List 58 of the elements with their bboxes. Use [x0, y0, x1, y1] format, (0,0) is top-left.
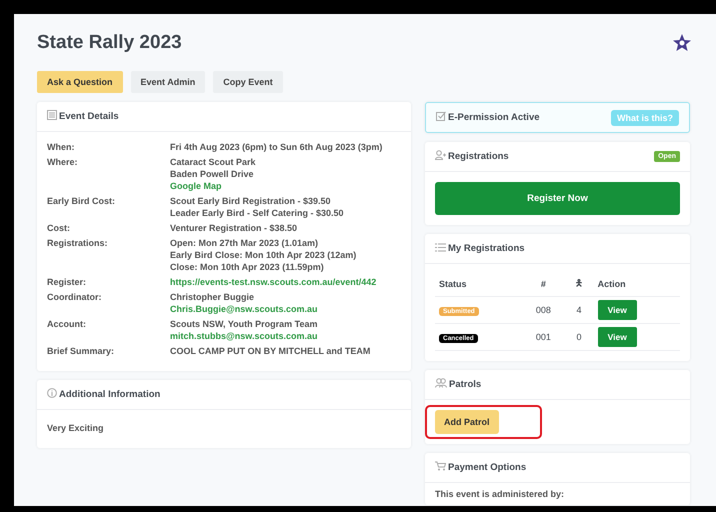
list-icon — [47, 110, 57, 120]
detail-link[interactable]: mitch.stubbs@nsw.scouts.com.au — [170, 331, 318, 342]
view-button[interactable]: View — [598, 300, 637, 320]
page-title: State Rally 2023 — [37, 32, 182, 54]
register-button[interactable]: Register Now — [435, 182, 680, 215]
column-header: # — [522, 274, 564, 296]
action-button[interactable]: Copy Event — [213, 71, 283, 93]
checkbox-icon — [436, 111, 446, 121]
detail-label: When: — [47, 142, 76, 153]
action-button[interactable]: Ask a Question — [37, 71, 123, 93]
column-header: 🯅 — [564, 274, 594, 296]
detail-value: Scouts NSW, Youth Program Team — [170, 319, 318, 330]
card-title: Additional Information — [59, 389, 160, 400]
users-icon — [435, 378, 447, 388]
info-text: Very Exciting — [47, 422, 105, 435]
detail-value: Leader Early Bird - Self Catering - $30.50 — [170, 208, 344, 219]
card-title: E-Permission Active — [448, 112, 540, 123]
info-icon — [47, 388, 57, 398]
detail-label: Coordinator: — [47, 292, 102, 304]
column-header: Action — [594, 274, 680, 296]
action-button[interactable]: Event Admin — [130, 71, 206, 93]
card-title: Patrols — [449, 379, 482, 390]
card-title: Payment Options — [448, 462, 526, 473]
table-cell: 008 — [522, 296, 564, 324]
table-cell: 4 — [564, 296, 594, 324]
detail-value: Open: Mon 27th Mar 2023 (1.01am) — [170, 238, 320, 249]
card-title: Registrations — [448, 151, 509, 162]
detail-label: Registrations: — [47, 238, 109, 250]
table-cell: 0 — [564, 324, 594, 350]
card-title: My Registrations — [448, 243, 525, 254]
detail-value: Close: Mon 10th Apr 2023 (11.59pm) — [170, 262, 325, 273]
detail-value: Early Bird Close: Mon 10th Apr 2023 (12am) — [170, 250, 356, 261]
user-add-icon — [435, 150, 446, 160]
detail-link[interactable]: https://events-test.nsw.scouts.com.au/event/442 — [170, 277, 376, 288]
detail-label: Where: — [47, 157, 79, 169]
add-patrol-button[interactable]: Add Patrol — [435, 410, 499, 434]
detail-link[interactable]: Chris.Buggie@nsw.scouts.com.au — [170, 304, 318, 315]
star-logo-icon — [672, 33, 692, 53]
detail-label: Early Bird Cost: — [47, 196, 116, 208]
detail-value: Fri 4th Aug 2023 (6pm) to Sun 6th Aug 2023 (3pm) — [170, 142, 382, 153]
column-header: Status — [435, 274, 522, 296]
detail-label: Register: — [47, 277, 88, 288]
detail-link[interactable]: Google Map — [170, 181, 256, 192]
list-icon — [435, 242, 446, 252]
detail-value: Christopher Buggie — [170, 292, 256, 303]
card-title: Event Details — [59, 111, 119, 122]
detail-label: Account: — [47, 319, 87, 331]
detail-value: Scout Early Bird Registration - $39.50 — [170, 196, 332, 207]
table-cell: 001 — [522, 324, 564, 350]
detail-value: Cataract Scout Park — [170, 157, 256, 168]
payment-text: This event is administered by: — [435, 489, 566, 499]
detail-value: Venturer Registration - $38.50 — [170, 223, 298, 234]
cart-icon — [435, 461, 446, 471]
detail-label: Cost: — [47, 223, 71, 234]
detail-label: Brief Summary: — [47, 346, 116, 357]
detail-value: COOL CAMP PUT ON BY MITCHELL and TEAM — [170, 346, 370, 357]
detail-value: Baden Powell Drive — [170, 169, 255, 180]
view-button[interactable]: View — [598, 327, 637, 347]
